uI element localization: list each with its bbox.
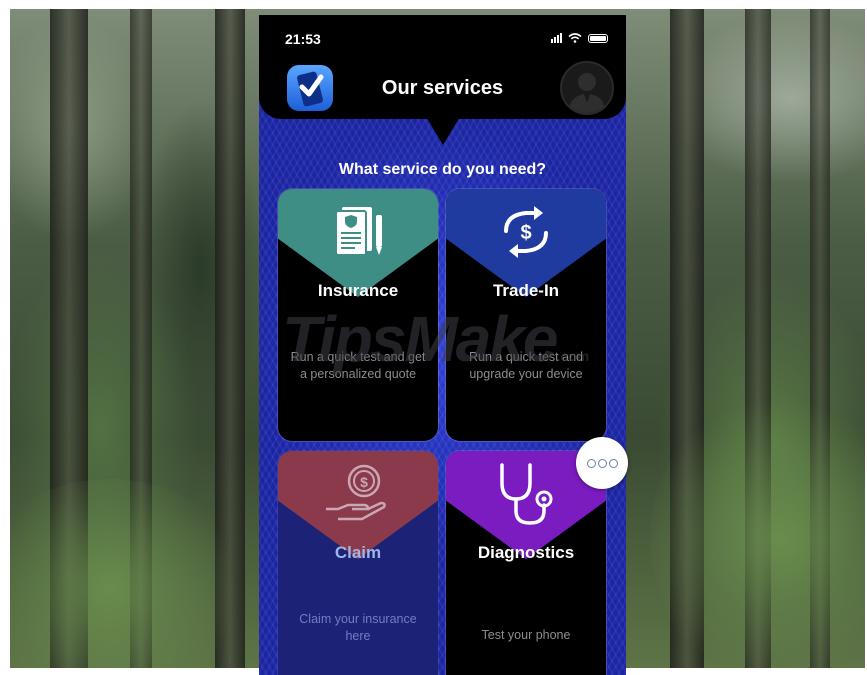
card-title: Insurance <box>317 281 399 300</box>
diagnostics-card[interactable]: Diagnostics Test your phone <box>446 451 606 675</box>
document-pen-icon <box>335 207 382 256</box>
status-icons <box>551 33 608 43</box>
card-title: Diagnostics <box>477 543 575 562</box>
status-time: 21:53 <box>285 31 321 47</box>
signal-icon <box>551 33 562 43</box>
claim-card[interactable]: $ Claim Claim your insurance here <box>278 451 438 675</box>
exchange-dollar-icon: $ <box>504 206 548 258</box>
wifi-icon <box>568 33 582 43</box>
coin-hand-icon: $ <box>326 464 386 521</box>
stethoscope-icon <box>500 463 553 525</box>
fern-foliage <box>10 479 250 668</box>
header-pointer <box>425 115 461 145</box>
insurance-card[interactable]: Insurance Run a quick test and get a per… <box>278 189 438 441</box>
svg-text:$: $ <box>360 474 368 490</box>
phone-screen: 21:53 Our services What service do you n… <box>259 15 626 675</box>
card-description: Run a quick test and get a personalized … <box>290 350 426 381</box>
svg-text:$: $ <box>520 222 531 244</box>
service-question: What service do you need? <box>338 161 547 178</box>
card-title: Trade-In <box>492 281 560 300</box>
battery-icon <box>588 33 608 43</box>
profile-avatar[interactable] <box>560 61 614 115</box>
card-title: Claim <box>334 543 382 562</box>
trade-in-card[interactable]: $ Trade-In Run a quick test and upgrade … <box>446 189 606 441</box>
app-header: 21:53 Our services <box>259 15 626 119</box>
card-description: Test your phone <box>481 628 571 642</box>
card-description: Claim your insurance here <box>299 612 417 643</box>
more-options-icon[interactable] <box>576 437 628 489</box>
card-description: Run a quick test and upgrade your device <box>469 350 583 381</box>
